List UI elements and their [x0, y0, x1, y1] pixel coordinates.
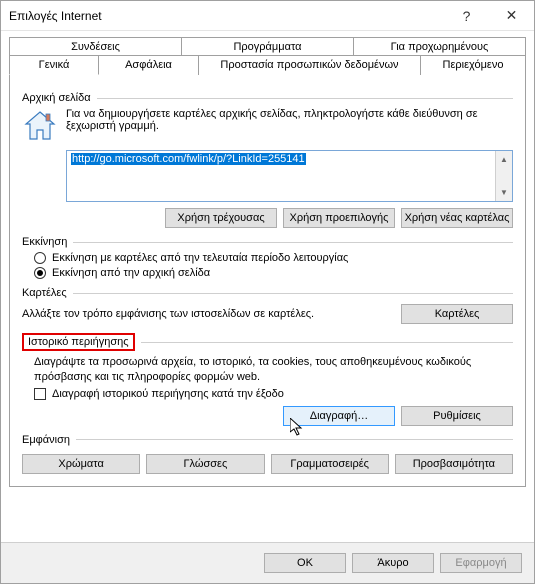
tab-content[interactable]: Περιεχόμενο	[421, 55, 526, 75]
group-appearance: Εμφάνιση	[22, 434, 513, 446]
group-startup: Εκκίνηση	[22, 236, 513, 248]
tab-privacy[interactable]: Προστασία προσωπικών δεδομένων	[199, 55, 421, 75]
history-settings-button[interactable]: Ρυθμίσεις	[401, 406, 513, 426]
group-home: Αρχική σελίδα	[22, 92, 513, 104]
startup-option-last-session[interactable]: Εκκίνηση με καρτέλες από την τελευταία π…	[34, 252, 513, 264]
group-appearance-label: Εμφάνιση	[22, 434, 76, 446]
appearance-buttons: Χρώματα Γλώσσες Γραμματοσειρές Προσβασιμ…	[22, 454, 513, 474]
tab-general[interactable]: Γενικά	[9, 55, 99, 75]
tabs-desc: Αλλάξτε τον τρόπο εμφάνισης των ιστοσελί…	[22, 307, 314, 321]
home-icon	[22, 108, 58, 144]
ok-button[interactable]: OK	[264, 553, 346, 573]
languages-button[interactable]: Γλώσσες	[146, 454, 264, 474]
use-default-button[interactable]: Χρήση προεπιλογής	[283, 208, 395, 228]
group-startup-label: Εκκίνηση	[22, 236, 73, 248]
scrollbar[interactable]: ▲ ▼	[495, 151, 512, 201]
group-history-label: Ιστορικό περιήγησης	[28, 336, 129, 348]
colors-button[interactable]: Χρώματα	[22, 454, 140, 474]
group-history: Ιστορικό περιήγησης	[22, 333, 513, 351]
startup-option-2-label: Εκκίνηση από την αρχική σελίδα	[52, 267, 210, 279]
dialog-footer: OK Άκυρο Εφαρμογή	[1, 542, 534, 583]
delete-history-button[interactable]: Διαγραφή…	[283, 406, 395, 426]
tabs-button[interactable]: Καρτέλες	[401, 304, 513, 324]
tab-security[interactable]: Ασφάλεια	[99, 55, 199, 75]
startup-option-home[interactable]: Εκκίνηση από την αρχική σελίδα	[34, 267, 513, 279]
startup-option-1-label: Εκκίνηση με καρτέλες από την τελευταία π…	[52, 252, 348, 264]
tab-panel-general: Αρχική σελίδα Για να δημιουργήσετε καρτέ…	[9, 74, 526, 487]
content-area: Συνδέσεις Προγράμματα Για προχωρημένους …	[1, 31, 534, 542]
window-title: Επιλογές Internet	[9, 9, 444, 23]
scroll-up-icon[interactable]: ▲	[496, 151, 512, 168]
radio-icon	[34, 267, 46, 279]
history-delete-on-exit[interactable]: Διαγραφή ιστορικού περιήγησης κατά την έ…	[34, 388, 513, 400]
cancel-button[interactable]: Άκυρο	[352, 553, 434, 573]
use-newtab-button[interactable]: Χρήση νέας καρτέλας	[401, 208, 513, 228]
home-url-value[interactable]: http://go.microsoft.com/fwlink/p/?LinkId…	[67, 151, 495, 201]
home-instruction: Για να δημιουργήσετε καρτέλες αρχικής σε…	[66, 108, 513, 144]
scroll-down-icon[interactable]: ▼	[496, 184, 512, 201]
tabs-row: Αλλάξτε τον τρόπο εμφάνισης των ιστοσελί…	[22, 303, 513, 325]
tab-connections[interactable]: Συνδέσεις	[9, 37, 182, 56]
close-button[interactable]: ✕	[489, 1, 534, 31]
group-tabs-label: Καρτέλες	[22, 287, 73, 299]
tab-advanced[interactable]: Για προχωρημένους	[354, 37, 526, 56]
radio-icon	[34, 252, 46, 264]
home-url-textarea[interactable]: http://go.microsoft.com/fwlink/p/?LinkId…	[66, 150, 513, 202]
home-row: Για να δημιουργήσετε καρτέλες αρχικής σε…	[22, 108, 513, 144]
home-buttons: Χρήση τρέχουσας Χρήση προεπιλογής Χρήση …	[22, 208, 513, 228]
history-desc: Διαγράψτε τα προσωρινά αρχεία, το ιστορι…	[34, 355, 513, 384]
group-home-label: Αρχική σελίδα	[22, 92, 97, 104]
help-button[interactable]: ?	[444, 1, 489, 31]
accessibility-button[interactable]: Προσβασιμότητα	[395, 454, 513, 474]
checkbox-icon	[34, 388, 46, 400]
history-buttons: Διαγραφή… Ρυθμίσεις	[22, 406, 513, 426]
history-label-highlight: Ιστορικό περιήγησης	[22, 333, 135, 351]
tab-row-bottom: Γενικά Ασφάλεια Προστασία προσωπικών δεδ…	[9, 56, 526, 75]
apply-button[interactable]: Εφαρμογή	[440, 553, 522, 573]
titlebar: Επιλογές Internet ? ✕	[1, 1, 534, 31]
history-check-label: Διαγραφή ιστορικού περιήγησης κατά την έ…	[52, 388, 284, 400]
internet-options-dialog: Επιλογές Internet ? ✕ Συνδέσεις Προγράμμ…	[0, 0, 535, 584]
fonts-button[interactable]: Γραμματοσειρές	[271, 454, 389, 474]
tab-programs[interactable]: Προγράμματα	[182, 37, 354, 56]
use-current-button[interactable]: Χρήση τρέχουσας	[165, 208, 277, 228]
group-tabs: Καρτέλες	[22, 287, 513, 299]
tab-row-top: Συνδέσεις Προγράμματα Για προχωρημένους	[9, 37, 526, 56]
